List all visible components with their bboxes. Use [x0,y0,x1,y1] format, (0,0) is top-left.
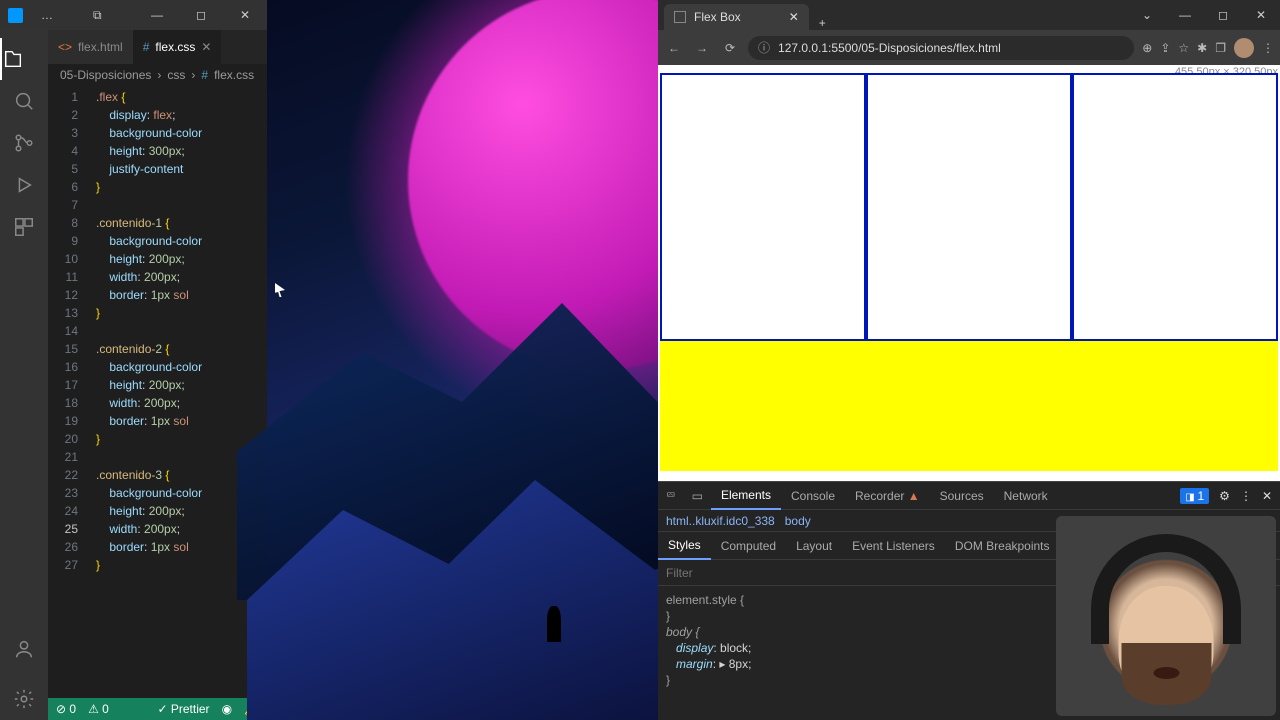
tab-flex-css[interactable]: # flex.css ✕ [133,30,222,64]
activity-bar [0,30,48,720]
inspect-element-icon[interactable]: ⮹ [658,488,684,503]
reload-button[interactable]: ⟳ [720,41,740,55]
tabs-dropdown-icon[interactable]: ⌄ [1128,0,1166,30]
subtab-layout[interactable]: Layout [786,532,842,560]
wallpaper-figure [547,606,561,642]
close-button[interactable]: ✕ [1242,0,1280,30]
vscode-logo-icon [8,8,23,23]
tab-flex-html[interactable]: <> flex.html [48,30,133,64]
close-tab-icon[interactable]: ✕ [789,10,799,24]
chrome-toolbar: ← → ⟳ ⓘ 127.0.0.1:5500/05-Disposiciones/… [658,30,1280,65]
tab-sources[interactable]: Sources [930,482,994,510]
tab-title: Flex Box [694,10,741,24]
recorder-beta-icon: ▲ [908,489,920,503]
devtools-main-tabs: ⮹ ▭ Elements Console Recorder ▲ Sources … [658,482,1280,510]
status-warnings[interactable]: ⚠ 0 [88,702,109,716]
minimize-button[interactable]: — [135,0,179,30]
panel-layout-icon[interactable]: ⧉ [93,8,102,23]
side-panel-icon[interactable]: ❐ [1215,41,1226,55]
devtools-menu-icon[interactable]: ⋮ [1240,489,1252,503]
chrome-tab-strip: Flex Box ✕ + ⌄ — ◻ ✕ [658,0,1280,30]
maximize-button[interactable]: ◻ [1204,0,1242,30]
devtools-close-icon[interactable]: ✕ [1262,489,1272,503]
status-bar: ⊘ 0 ⚠ 0 ✓ Prettier ◉ 🔔 [48,698,267,720]
breadcrumb[interactable]: 05-Disposiciones › css › # flex.css [48,64,267,86]
bookmark-star-icon[interactable]: ☆ [1178,41,1189,55]
minimize-button[interactable]: — [1166,0,1204,30]
css-file-icon: # [201,68,208,82]
devtools-settings-icon[interactable]: ⚙ [1219,489,1230,503]
share-icon[interactable]: ⇪ [1160,41,1170,55]
page-viewport: 455.50px × 320.50px [658,65,1280,481]
tab-network[interactable]: Network [994,482,1058,510]
subtab-computed[interactable]: Computed [711,532,786,560]
kebab-menu-icon[interactable]: ⋮ [1262,41,1274,55]
maximize-button[interactable]: ◻ [179,0,223,30]
run-debug-icon[interactable] [13,164,35,206]
new-tab-button[interactable]: + [819,16,826,30]
subtab-dom-breakpoints[interactable]: DOM Breakpoints [945,532,1060,560]
vscode-app-menu[interactable]: … [41,8,53,22]
back-button[interactable]: ← [664,41,684,55]
url-text: 127.0.0.1:5500/05-Disposiciones/flex.htm… [778,41,1001,55]
flex-container [660,73,1278,341]
tab-label: flex.html [78,40,123,54]
webcam-overlay [1056,516,1276,716]
extensions-puzzle-icon[interactable]: ✱ [1197,41,1207,55]
code-editor[interactable]: 1.flex {2 display: flex;3 background-col… [48,86,267,698]
source-control-icon[interactable] [13,122,35,164]
chrome-tab[interactable]: Flex Box ✕ [664,4,809,30]
status-errors[interactable]: ⊘ 0 [56,702,76,716]
close-button[interactable]: ✕ [223,0,267,30]
status-broadcast-icon[interactable]: ◉ [222,702,232,716]
vscode-titlebar[interactable]: … ⧉ — ◻ ✕ [0,0,267,30]
tab-recorder[interactable]: Recorder ▲ [845,482,930,510]
html-file-icon: <> [58,40,72,54]
webcam-face [1119,586,1214,701]
desktop-wallpaper [267,0,658,720]
tab-console[interactable]: Console [781,482,845,510]
extensions-icon[interactable] [13,206,35,248]
webcam-mouth [1153,667,1179,679]
zoom-icon[interactable]: ⊕ [1142,41,1152,55]
site-info-icon[interactable]: ⓘ [758,39,770,56]
vscode-window: … ⧉ — ◻ ✕ <> flex.html # [0,0,267,720]
favicon-icon [674,11,686,23]
css-file-icon: # [143,40,150,54]
status-prettier[interactable]: ✓ Prettier [157,702,209,716]
explorer-icon[interactable] [0,38,48,80]
subtab-event-listeners[interactable]: Event Listeners [842,532,945,560]
flex-item-3 [1072,73,1278,341]
address-bar[interactable]: ⓘ 127.0.0.1:5500/05-Disposiciones/flex.h… [748,36,1134,60]
subtab-styles[interactable]: Styles [658,532,711,560]
device-toggle-icon[interactable]: ▭ [684,489,711,503]
issues-badge[interactable]: ◨ 1 [1180,488,1209,504]
close-tab-icon[interactable]: ✕ [201,40,211,54]
search-icon[interactable] [13,80,35,122]
flex-item-2 [866,73,1072,341]
settings-gear-icon[interactable] [13,678,35,720]
yellow-block [660,341,1278,471]
forward-button[interactable]: → [692,41,712,55]
editor-tabs: <> flex.html # flex.css ✕ [48,30,267,64]
tab-elements[interactable]: Elements [711,482,781,510]
profile-avatar[interactable] [1234,38,1254,58]
accounts-icon[interactable] [13,628,35,670]
flex-item-1 [660,73,866,341]
tab-label: flex.css [155,40,195,54]
